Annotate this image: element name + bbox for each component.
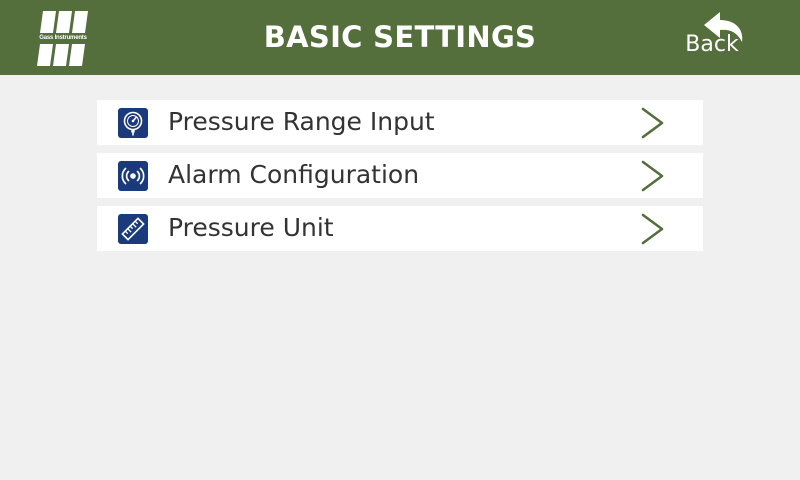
menu-item-pressure-unit[interactable]: Pressure Unit — [97, 206, 703, 251]
menu-item-label: Pressure Unit — [168, 213, 334, 242]
menu-item-label: Pressure Range Input — [168, 107, 435, 136]
settings-menu: Pressure Range Input Alarm Configuration — [97, 100, 703, 259]
page-title: BASIC SETTINGS — [263, 20, 537, 54]
ruler-icon — [118, 214, 148, 244]
menu-item-alarm-configuration[interactable]: Alarm Configuration — [97, 153, 703, 198]
chevron-right-icon — [638, 107, 668, 139]
chevron-right-icon — [638, 160, 668, 192]
menu-item-pressure-range-input[interactable]: Pressure Range Input — [97, 100, 703, 145]
back-label: Back — [685, 32, 739, 57]
menu-item-label: Alarm Configuration — [168, 160, 420, 189]
back-button[interactable]: Back — [680, 10, 752, 62]
header-bar: Gass Instruments BASIC SETTINGS Back — [0, 0, 800, 75]
logo-text: Gass Instruments — [39, 35, 87, 41]
pressure-gauge-icon — [118, 108, 148, 138]
company-logo: Gass Instruments — [37, 11, 89, 67]
chevron-right-icon — [638, 213, 668, 245]
alarm-broadcast-icon — [118, 161, 148, 191]
